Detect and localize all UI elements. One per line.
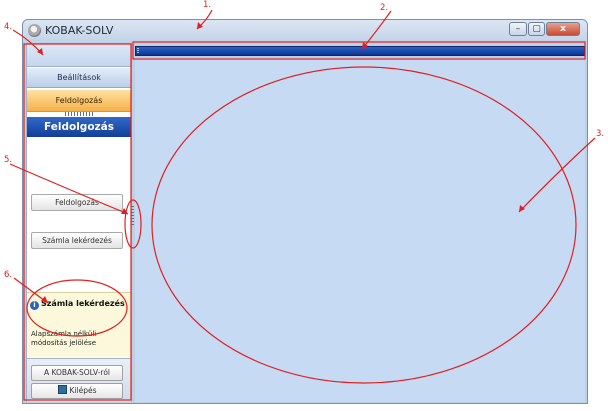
- sidebar-panel: Beállítások Feldolgozás Feldolgozás Feld…: [26, 43, 132, 402]
- invoice-query-button[interactable]: Számla lekérdezés: [31, 232, 123, 249]
- maximize-button[interactable]: ▢: [528, 22, 545, 36]
- title-bar[interactable]: KOBAK-SOLV – ▢ x: [23, 20, 587, 42]
- exit-button[interactable]: Kilépés: [31, 383, 123, 399]
- close-button[interactable]: x: [546, 22, 580, 36]
- exit-button-label: Kilépés: [69, 386, 97, 395]
- sidebar-grip-handle[interactable]: [65, 112, 93, 116]
- minimize-button[interactable]: –: [509, 22, 527, 36]
- main-content-area[interactable]: [135, 58, 585, 402]
- app-window: KOBAK-SOLV – ▢ x Beállítások Feldolgozás…: [22, 19, 588, 404]
- exit-icon: [57, 385, 67, 394]
- window-title: KOBAK-SOLV: [45, 24, 114, 37]
- annotation-label-5: 5.: [4, 155, 13, 165]
- splitter-handle[interactable]: [131, 206, 134, 227]
- info-title: Számla lekérdezés: [41, 299, 125, 308]
- header-grip: [137, 48, 139, 54]
- info-panel: i Számla lekérdezés Alapszámla nélküli m…: [27, 292, 131, 357]
- processing-button[interactable]: Feldolgozás: [31, 194, 123, 211]
- info-text: Alapszámla nélküli módosítás jelölése: [31, 330, 97, 347]
- nav-item-processing[interactable]: Feldolgozás: [27, 90, 131, 112]
- section-title: Feldolgozás: [27, 117, 131, 137]
- sidebar-header: [27, 44, 131, 67]
- sidebar-footer: A KOBAK-SOLV-ról Kilépés: [27, 358, 131, 402]
- annotation-label-4: 4.: [4, 22, 13, 32]
- about-button[interactable]: A KOBAK-SOLV-ról: [31, 365, 123, 381]
- content-header-bar: [135, 46, 585, 56]
- annotation-label-1: 1.: [203, 0, 212, 10]
- info-icon: i: [30, 301, 39, 310]
- app-logo-icon: [28, 24, 41, 37]
- annotation-label-2: 2.: [380, 3, 389, 13]
- nav-item-settings[interactable]: Beállítások: [27, 68, 131, 88]
- annotation-label-6: 6.: [4, 270, 13, 280]
- annotation-label-3: 3.: [596, 129, 605, 139]
